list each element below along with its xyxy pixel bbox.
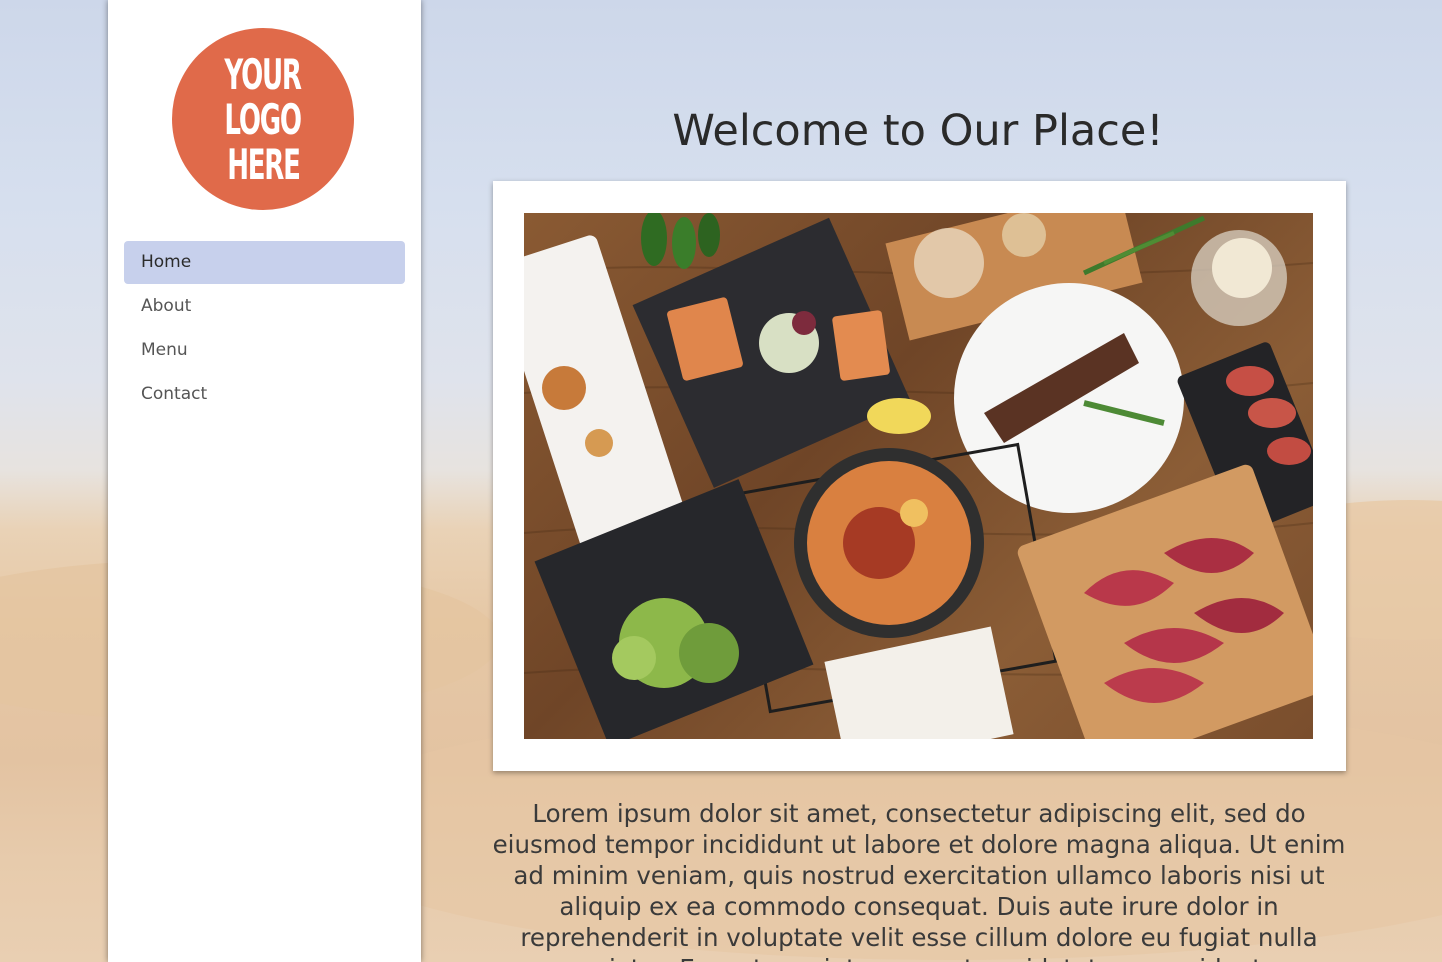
logo-line: LOGO bbox=[224, 94, 303, 144]
page-title: Welcome to Our Place! bbox=[672, 106, 1164, 156]
nav-item-contact[interactable]: Contact bbox=[124, 373, 405, 416]
logo[interactable]: YOUR LOGO HERE bbox=[172, 28, 354, 210]
sidebar-nav: Home About Menu Contact bbox=[124, 241, 405, 417]
main-content: Welcome to Our Place! Lorem ipsum dolor … bbox=[422, 0, 1442, 962]
nav-item-menu[interactable]: Menu bbox=[124, 329, 405, 372]
nav-item-home[interactable]: Home bbox=[124, 241, 405, 284]
logo-line: YOUR bbox=[224, 49, 303, 99]
sidebar: YOUR LOGO HERE Home About Menu Contact bbox=[108, 0, 421, 962]
logo-line: HERE bbox=[226, 139, 301, 189]
page: YOUR LOGO HERE Home About Menu Contact W… bbox=[0, 0, 1442, 962]
hero-food-photo bbox=[524, 213, 1313, 739]
hero-image-frame bbox=[493, 181, 1346, 771]
food-illustration bbox=[524, 213, 1313, 739]
intro-paragraph: Lorem ipsum dolor sit amet, consectetur … bbox=[492, 799, 1346, 962]
nav-item-about[interactable]: About bbox=[124, 285, 405, 328]
